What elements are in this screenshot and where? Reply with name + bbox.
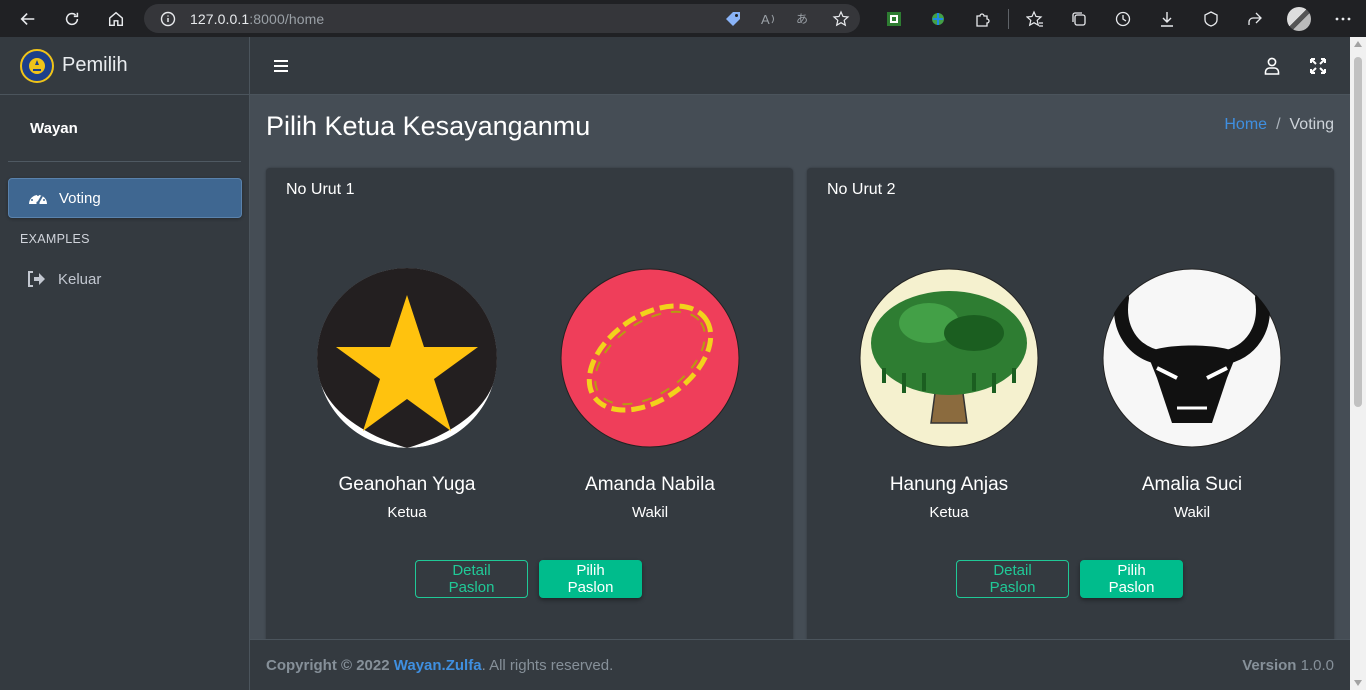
detail-paslon-button[interactable]: Detail Paslon <box>956 560 1069 598</box>
pilih-paslon-button[interactable]: Pilih Paslon <box>539 560 642 598</box>
sign-out-icon <box>26 270 50 288</box>
star-emblem-image <box>317 268 497 448</box>
footer-version: Version 1.0.0 <box>1242 657 1334 674</box>
candidate-card-1: No Urut 1 Geanohan Yuga Ketua Amanda Nab… <box>266 168 793 639</box>
footer: Copyright © 2022 Wayan.Zulfa. All rights… <box>250 639 1350 690</box>
extension-green-icon[interactable] <box>872 0 916 37</box>
hamburger-menu-icon[interactable] <box>270 55 292 77</box>
version-number: 1.0.0 <box>1300 656 1334 674</box>
candidate-role: Ketua <box>929 504 969 521</box>
candidate-name: Amanda Nabila <box>585 474 715 495</box>
candidate-wakil: Amalia Suci Wakil <box>1102 268 1282 521</box>
user-panel: Wayan <box>8 95 241 162</box>
candidate-role: Wakil <box>1173 504 1211 521</box>
tag-icon[interactable] <box>724 10 742 28</box>
candidate-wakil: Amanda Nabila Wakil <box>560 268 740 521</box>
footer-copyright: Copyright © 2022 <box>266 656 390 674</box>
nav-item-label: Keluar <box>58 270 102 288</box>
nav-header: EXAMPLES <box>20 232 90 246</box>
info-icon[interactable] <box>160 11 176 27</box>
read-aloud-icon[interactable]: A <box>760 10 778 28</box>
candidate-name: Geanohan Yuga <box>338 474 476 495</box>
bull-head-emblem-image <box>1102 268 1282 448</box>
candidate-name: Amalia Suci <box>1141 474 1243 495</box>
breadcrumb: Home / Voting <box>1224 116 1334 134</box>
tachometer-icon <box>27 189 51 207</box>
svg-text:A: A <box>761 12 770 27</box>
brand-link[interactable]: Pemilih <box>0 37 249 95</box>
candidate-role: Wakil <box>631 504 669 521</box>
chain-emblem-image <box>560 268 740 448</box>
footer-author-link[interactable]: Wayan.Zulfa <box>394 657 482 674</box>
scroll-down-arrow-icon[interactable] <box>1354 680 1362 686</box>
candidate-ketua: Geanohan Yuga Ketua <box>317 268 497 521</box>
main-content: Pilih Ketua Kesayanganmu Home / Voting No … <box>250 95 1350 639</box>
address-bar[interactable]: 127.0.0.1:8000/home A あ <box>144 4 860 33</box>
card-header: No Urut 2 <box>827 181 896 198</box>
downloads-icon[interactable] <box>1145 0 1189 37</box>
svg-text:あ: あ <box>796 12 808 26</box>
extension-globe-icon[interactable] <box>916 0 960 37</box>
sidebar: Pemilih Wayan Voting EXAMPLES Keluar <box>0 37 250 690</box>
footer-rights: . All rights reserved. <box>481 656 614 674</box>
add-favorite-icon[interactable] <box>832 10 850 28</box>
browser-essentials-icon[interactable] <box>1189 0 1233 37</box>
toolbar-separator <box>1008 8 1009 29</box>
share-icon[interactable] <box>1233 0 1277 37</box>
nav-item-keluar[interactable]: Keluar <box>8 259 242 299</box>
detail-paslon-button[interactable]: Detail Paslon <box>415 560 528 598</box>
page-title: Pilih Ketua Kesayanganmu <box>266 111 591 141</box>
favorites-icon[interactable] <box>1013 0 1057 37</box>
scrollbar-thumb[interactable] <box>1354 57 1362 407</box>
refresh-icon[interactable] <box>50 0 94 37</box>
browser-toolbar: 127.0.0.1:8000/home A あ <box>0 0 1366 37</box>
back-icon[interactable] <box>6 0 50 37</box>
brand-text: Pemilih <box>62 54 128 76</box>
breadcrumb-home-link[interactable]: Home <box>1224 116 1267 133</box>
nav-item-label: Voting <box>59 189 101 207</box>
pilih-paslon-button[interactable]: Pilih Paslon <box>1080 560 1183 598</box>
nav-item-voting[interactable]: Voting <box>8 178 242 218</box>
candidate-name: Hanung Anjas <box>889 474 1009 495</box>
breadcrumb-current: Voting <box>1289 116 1334 133</box>
page-scrollbar[interactable] <box>1350 37 1366 690</box>
banyan-tree-emblem-image <box>859 268 1039 448</box>
top-navbar <box>250 37 1350 95</box>
more-menu-icon[interactable] <box>1321 0 1365 37</box>
fullscreen-icon[interactable] <box>1307 55 1329 77</box>
card-header: No Urut 1 <box>286 181 355 198</box>
user-icon[interactable] <box>1261 55 1283 77</box>
url-text: 127.0.0.1:8000/home <box>190 10 325 27</box>
candidate-ketua: Hanung Anjas Ketua <box>859 268 1039 521</box>
history-icon[interactable] <box>1101 0 1145 37</box>
extensions-puzzle-icon[interactable] <box>960 0 1004 37</box>
brand-logo-icon <box>20 48 54 83</box>
version-label: Version <box>1242 656 1297 674</box>
collections-icon[interactable] <box>1057 0 1101 37</box>
translate-icon[interactable]: あ <box>796 10 814 28</box>
breadcrumb-separator: / <box>1276 116 1281 133</box>
candidate-card-2: No Urut 2 Hanung Anjas Ketua Amalia Suci… <box>807 168 1334 639</box>
profile-avatar[interactable] <box>1277 0 1321 37</box>
candidate-role: Ketua <box>387 504 427 521</box>
scroll-up-arrow-icon[interactable] <box>1354 41 1362 47</box>
home-icon[interactable] <box>94 0 138 37</box>
user-name[interactable]: Wayan <box>30 120 78 137</box>
